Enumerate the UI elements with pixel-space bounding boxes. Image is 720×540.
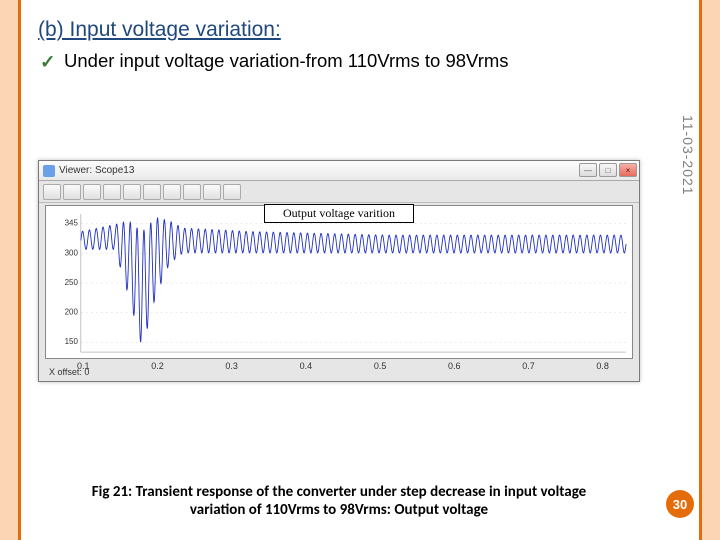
checkmark-icon: ✓: [40, 51, 56, 73]
slide-date: 11-03-2021: [680, 115, 696, 196]
tool-autoscale-icon[interactable]: [163, 184, 181, 200]
minimize-button[interactable]: —: [579, 163, 597, 177]
svg-text:345: 345: [65, 219, 79, 228]
window-title: Viewer: Scope13: [59, 165, 134, 176]
tool-zoom-y-icon[interactable]: [143, 184, 161, 200]
svg-text:200: 200: [65, 308, 79, 317]
tool-restore-icon[interactable]: [203, 184, 221, 200]
page-number-badge: 30: [666, 490, 694, 518]
x-tick: 0.6: [448, 361, 461, 377]
bullet-text: Under input voltage variation-from 110Vr…: [64, 50, 509, 71]
x-tick: 0.7: [522, 361, 535, 377]
tool-zoom-in-icon[interactable]: [83, 184, 101, 200]
tool-params-icon[interactable]: [63, 184, 81, 200]
section-title: (b) Input voltage variation:: [38, 18, 682, 42]
waveform-plot: 345 300 250 200 150: [46, 206, 632, 358]
app-icon: [43, 165, 55, 177]
window-controls: — □ ×: [579, 163, 637, 177]
x-tick: 0.4: [300, 361, 313, 377]
x-tick: 0.1: [77, 361, 90, 377]
x-axis-ticks: 0.1 0.2 0.3 0.4 0.5 0.6 0.7 0.8: [45, 361, 633, 377]
plot-area[interactable]: Output voltage varition 345 300 250: [45, 205, 633, 359]
svg-text:300: 300: [65, 248, 79, 257]
tool-save-icon[interactable]: [183, 184, 201, 200]
x-tick: 0.8: [596, 361, 609, 377]
svg-text:150: 150: [65, 337, 79, 346]
close-button[interactable]: ×: [619, 163, 637, 177]
tool-zoom-out-icon[interactable]: [103, 184, 121, 200]
tool-print-icon[interactable]: [43, 184, 61, 200]
scope-toolbar: [39, 181, 639, 203]
tool-zoom-x-icon[interactable]: [123, 184, 141, 200]
x-tick: 0.3: [225, 361, 238, 377]
maximize-button[interactable]: □: [599, 163, 617, 177]
window-titlebar[interactable]: Viewer: Scope13 — □ ×: [39, 161, 639, 181]
scope-window: Viewer: Scope13 — □ × Out: [38, 160, 640, 382]
figure-caption: Fig 21: Transient response of the conver…: [74, 483, 604, 521]
tool-float-icon[interactable]: [223, 184, 241, 200]
slide: (b) Input voltage variation: ✓ Under inp…: [0, 0, 720, 540]
x-tick: 0.2: [151, 361, 164, 377]
svg-text:250: 250: [65, 278, 79, 287]
bullet-item: ✓ Under input voltage variation-from 110…: [38, 50, 682, 72]
x-tick: 0.5: [374, 361, 387, 377]
plot-title: Output voltage varition: [264, 204, 414, 223]
slide-content: (b) Input voltage variation: ✓ Under inp…: [18, 0, 702, 540]
